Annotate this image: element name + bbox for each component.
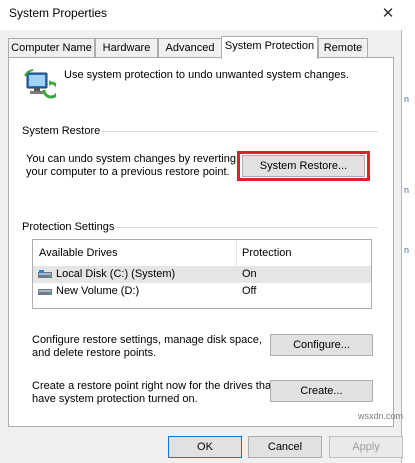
ok-button[interactable]: OK	[168, 436, 242, 458]
create-description-line-2: have system protection turned on.	[32, 393, 198, 405]
create-description: Create a restore point right now for the…	[32, 380, 274, 406]
drive-icon	[38, 289, 52, 295]
protection-settings-divider	[116, 227, 378, 228]
background-window-fragment: n	[404, 245, 410, 255]
system-properties-dialog: System Properties ✕ Computer Name Hardwa…	[0, 0, 403, 463]
drive-row[interactable]: New Volume (D:) Off	[33, 283, 371, 300]
title-bar[interactable]: System Properties ✕	[0, 0, 402, 30]
tab-system-protection[interactable]: System Protection	[221, 36, 318, 59]
background-window-fragment: n	[404, 94, 410, 104]
drive-name: Local Disk (C:) (System)	[56, 268, 176, 280]
intro-text: Use system protection to undo unwanted s…	[64, 69, 349, 81]
system-restore-divider	[102, 131, 378, 132]
configure-description-line-2: and delete restore points.	[32, 347, 157, 359]
system-restore-description: You can undo system changes by reverting…	[26, 153, 236, 179]
watermark: wsxdn.com	[358, 411, 404, 421]
create-description-line-1: Create a restore point right now for the…	[32, 380, 275, 392]
drive-row[interactable]: Local Disk (C:) (System) On	[33, 266, 371, 283]
background-window-fragment: n	[404, 185, 410, 195]
drive-name: New Volume (D:)	[56, 285, 140, 297]
column-available-drives[interactable]: Available Drives	[39, 240, 118, 266]
drive-protection-status: On	[242, 268, 257, 280]
system-restore-button[interactable]: System Restore...	[242, 155, 365, 177]
column-protection[interactable]: Protection	[242, 240, 292, 266]
column-divider	[236, 240, 237, 266]
tab-remote[interactable]: Remote	[318, 38, 368, 58]
drive-protection-status: Off	[242, 285, 257, 297]
configure-description: Configure restore settings, manage disk …	[32, 334, 262, 360]
tab-hardware[interactable]: Hardware	[95, 38, 158, 58]
close-icon[interactable]: ✕	[378, 4, 398, 24]
window-title: System Properties	[9, 6, 108, 20]
tab-strip: Computer Name Hardware Advanced System P…	[8, 36, 388, 59]
configure-button[interactable]: Configure...	[270, 334, 373, 356]
configure-description-line-1: Configure restore settings, manage disk …	[32, 334, 262, 346]
system-protection-icon	[24, 69, 56, 99]
system-restore-description-line-2: your computer to a previous restore poin…	[26, 166, 230, 178]
drives-list[interactable]: Available Drives Protection Local Disk (…	[32, 239, 372, 309]
system-restore-description-line-1: You can undo system changes by reverting	[26, 153, 236, 165]
protection-settings-group-label: Protection Settings	[22, 221, 115, 233]
system-drive-icon	[38, 270, 52, 278]
apply-button: Apply	[329, 436, 403, 458]
tab-advanced[interactable]: Advanced	[158, 38, 222, 58]
create-button[interactable]: Create...	[270, 380, 373, 402]
system-restore-group-label: System Restore	[22, 125, 101, 137]
cancel-button[interactable]: Cancel	[248, 436, 322, 458]
tab-computer-name[interactable]: Computer Name	[8, 38, 95, 58]
